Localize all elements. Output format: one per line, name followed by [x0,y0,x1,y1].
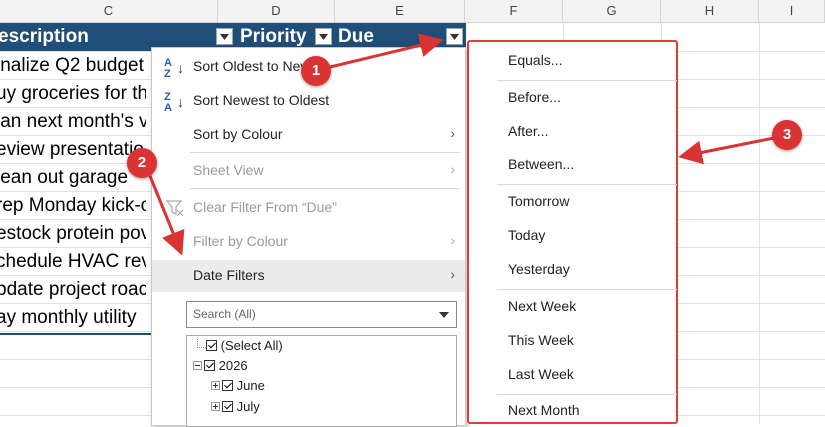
callout-badge-1: 1 [301,56,331,86]
callout-arrow-3 [678,136,775,165]
callout-arrow-2 [148,175,185,256]
callout-arrow-1 [325,33,444,70]
callout-badge-3: 3 [772,120,802,150]
annotation-arrows [148,33,775,256]
callout-badge-2: 2 [127,148,157,178]
